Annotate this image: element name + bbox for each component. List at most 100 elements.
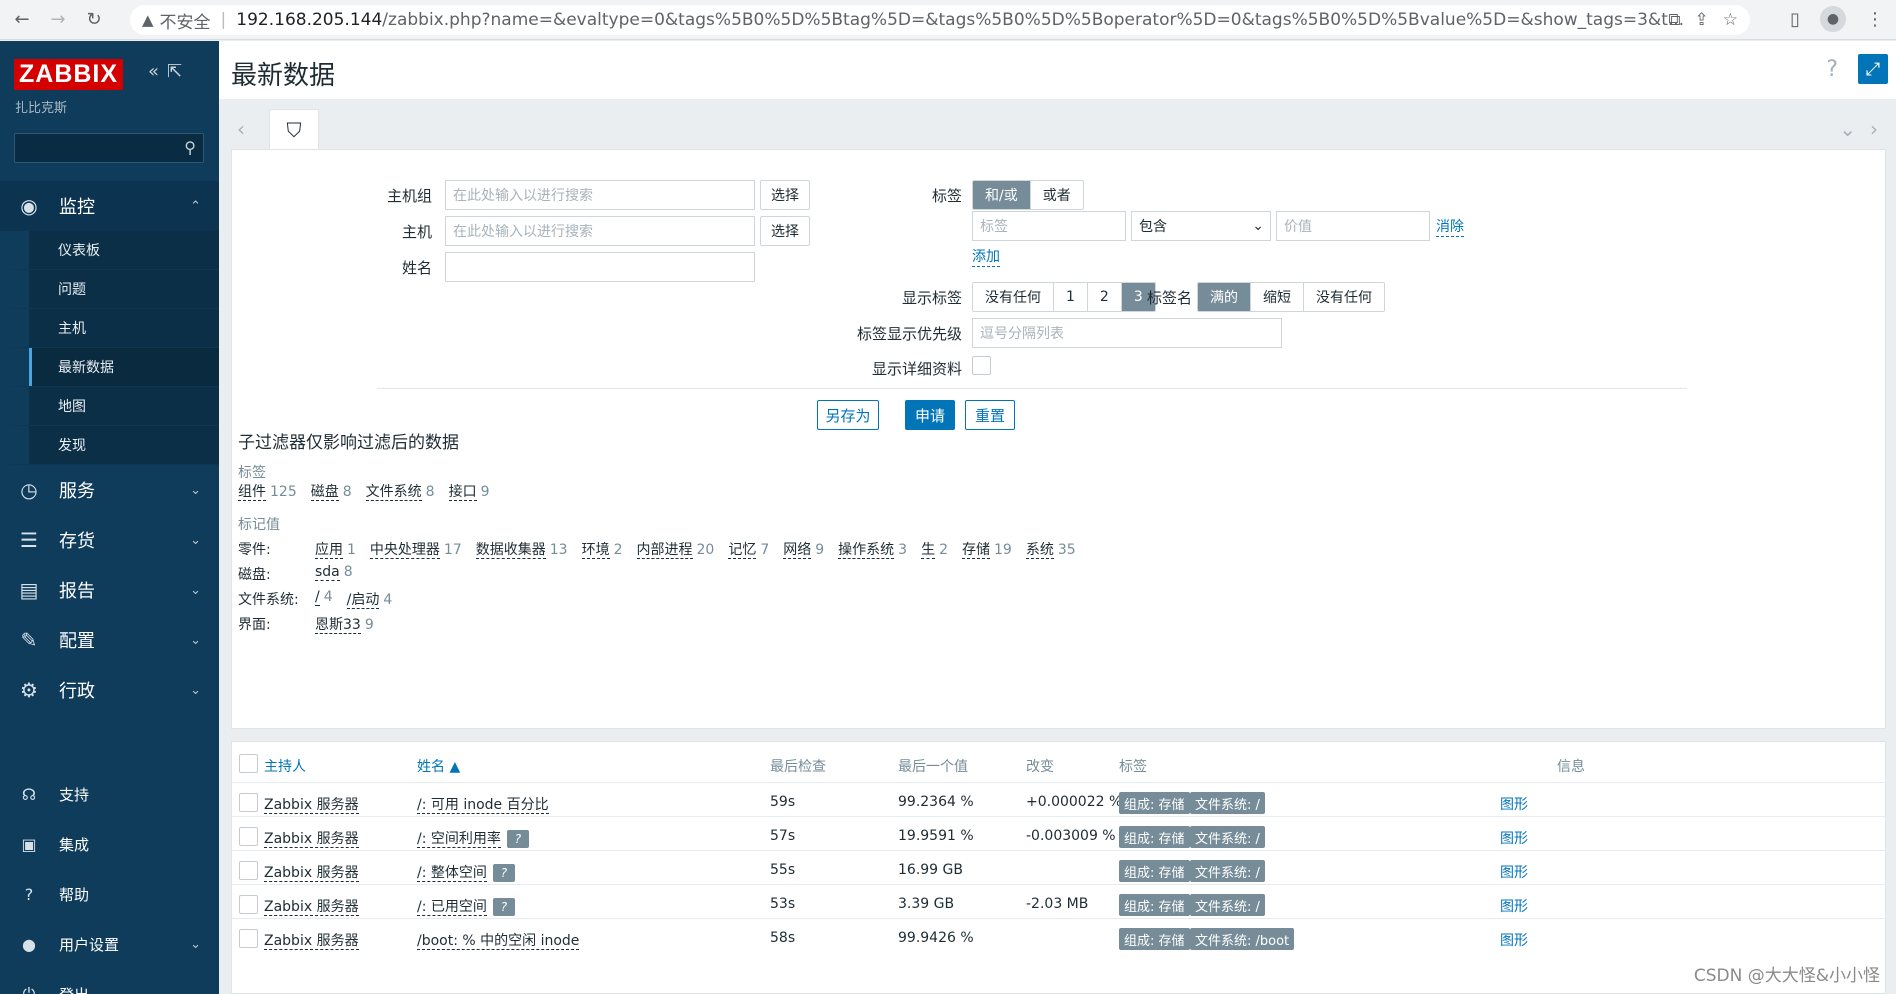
host-group-select-button[interactable]: 选择 <box>760 180 810 210</box>
help-badge-icon[interactable]: ? <box>492 864 515 882</box>
subfilter-value[interactable]: 内部进程 20 <box>636 539 719 559</box>
zabbix-logo[interactable]: ZABBIX <box>14 59 124 90</box>
menu-support[interactable]: ☊ 支持 <box>0 769 219 819</box>
menu-administration[interactable]: ⚙ 行政 ⌄ <box>0 665 219 715</box>
host-link[interactable]: Zabbix 服务器 <box>264 930 359 950</box>
reset-button[interactable]: 重置 <box>965 400 1015 430</box>
translate-icon[interactable]: ⧉ <box>1668 10 1680 30</box>
graph-link[interactable]: 图形 <box>1500 930 1528 950</box>
subfilter-value[interactable]: sda 8 <box>315 564 357 581</box>
subfilter-value[interactable]: 网络 9 <box>783 539 828 559</box>
share-icon[interactable]: ⇪ <box>1695 10 1709 30</box>
profile-avatar[interactable]: ● <box>1820 6 1846 32</box>
subfilter-value[interactable]: 操作系统 3 <box>838 539 911 559</box>
submenu-discovery[interactable]: 发现 <box>0 426 219 465</box>
remove-tag-link[interactable]: 消除 <box>1436 216 1464 237</box>
item-name-link[interactable]: /: 已用空间? <box>417 896 515 916</box>
browser-menu-icon[interactable]: ⋮ <box>1866 9 1884 30</box>
tag-name-full[interactable]: 满的 <box>1198 283 1251 311</box>
tag-name-input[interactable]: 标签 <box>972 211 1126 241</box>
subfilter-value[interactable]: 应用 1 <box>315 539 360 559</box>
sidepanel-icon[interactable]: ▯ <box>1790 9 1800 30</box>
header-host[interactable]: 主持人 <box>264 756 306 776</box>
host-link[interactable]: Zabbix 服务器 <box>264 828 359 848</box>
subfilter-value[interactable]: /4 <box>315 589 337 609</box>
star-icon[interactable]: ☆ <box>1723 10 1738 30</box>
menu-services[interactable]: ◷ 服务 ⌄ <box>0 465 219 515</box>
host-link[interactable]: Zabbix 服务器 <box>264 896 359 916</box>
host-input[interactable]: 在此处输入以进行搜索 <box>445 216 755 246</box>
search-icon[interactable]: ⚲ <box>184 138 196 157</box>
subfilter-value[interactable]: 系统 35 <box>1025 539 1080 559</box>
reload-icon[interactable]: ↻ <box>80 6 108 34</box>
kiosk-sidebar-icon[interactable]: ⇱ <box>167 61 190 82</box>
graph-link[interactable]: 图形 <box>1500 828 1528 848</box>
submenu-dashboard[interactable]: 仪表板 <box>0 231 219 270</box>
collapse-sidebar-icon[interactable]: « <box>148 61 167 82</box>
subfilter-tag[interactable]: 接口 9 <box>448 481 494 501</box>
menu-inventory[interactable]: ☰ 存货 ⌄ <box>0 515 219 565</box>
submenu-problems[interactable]: 问题 <box>0 270 219 309</box>
subfilter-value[interactable]: 恩斯33 9 <box>315 614 378 634</box>
kiosk-mode-button[interactable]: ⤢ <box>1858 54 1888 84</box>
subfilter-value[interactable]: 中央处理器 17 <box>369 539 466 559</box>
menu-sign-out[interactable]: ⏻ 登出 <box>0 969 219 994</box>
address-bar[interactable]: ▲ 不安全 | 192.168.205.144/zabbix.php?name=… <box>130 5 1750 35</box>
item-name-link[interactable]: /: 整体空间? <box>417 862 515 882</box>
row-checkbox[interactable] <box>239 793 258 812</box>
row-checkbox[interactable] <box>239 827 258 846</box>
subfilter-tag[interactable]: 磁盘 8 <box>310 481 356 501</box>
row-checkbox[interactable] <box>239 929 258 948</box>
add-tag-link[interactable]: 添加 <box>972 246 1000 267</box>
host-group-input[interactable]: 在此处输入以进行搜索 <box>445 180 755 210</box>
apply-button[interactable]: 申请 <box>905 400 955 430</box>
item-name-link[interactable]: /: 可用 inode 百分比 <box>417 794 549 814</box>
graph-link[interactable]: 图形 <box>1500 862 1528 882</box>
host-link[interactable]: Zabbix 服务器 <box>264 794 359 814</box>
tags-and-or-option[interactable]: 和/或 <box>973 181 1031 209</box>
graph-link[interactable]: 图形 <box>1500 794 1528 814</box>
tag-operator-select[interactable]: 包含 ⌄ <box>1131 211 1271 241</box>
menu-monitoring[interactable]: ◉ 监控 ⌃ <box>0 181 219 231</box>
help-badge-icon[interactable]: ? <box>506 830 529 848</box>
subfilter-value[interactable]: 环境 2 <box>581 539 627 559</box>
item-name-link[interactable]: /boot: % 中的空闲 inode <box>417 930 580 950</box>
subfilter-tag[interactable]: 组件 125 <box>238 481 301 501</box>
menu-reports[interactable]: ▤ 报告 ⌄ <box>0 565 219 615</box>
menu-configuration[interactable]: ✎ 配置 ⌄ <box>0 615 219 665</box>
show-tags-2[interactable]: 2 <box>1087 283 1122 311</box>
row-checkbox[interactable] <box>239 861 258 880</box>
item-name-link[interactable]: /: 空间利用率? <box>417 828 529 848</box>
filter-tab[interactable]: ⛉ <box>269 109 319 149</box>
subfilter-value[interactable]: 记忆 7 <box>728 539 773 559</box>
tag-value-input[interactable]: 价值 <box>1276 211 1430 241</box>
menu-user-settings[interactable]: ● 用户设置 ⌄ <box>0 919 219 969</box>
tag-priority-input[interactable]: 逗号分隔列表 <box>972 318 1282 348</box>
subfilter-value[interactable]: 生2 <box>921 539 952 559</box>
show-tags-none[interactable]: 没有任何 <box>973 283 1054 311</box>
subfilter-value[interactable]: /启动 4 <box>346 589 397 609</box>
forward-icon[interactable]: → <box>44 6 72 34</box>
tags-or-option[interactable]: 或者 <box>1030 181 1083 209</box>
chevron-down-icon[interactable]: ⌄ <box>1839 117 1856 141</box>
row-checkbox[interactable] <box>239 895 258 914</box>
tag-name-none[interactable]: 没有任何 <box>1304 283 1384 311</box>
help-icon[interactable]: ? <box>1826 57 1838 82</box>
chevron-right-icon[interactable]: › <box>1870 117 1878 141</box>
menu-help[interactable]: ? 帮助 <box>0 869 219 919</box>
chevron-left-icon[interactable]: ‹ <box>237 117 245 141</box>
subfilter-value[interactable]: 存储 19 <box>962 539 1016 559</box>
host-link[interactable]: Zabbix 服务器 <box>264 862 359 882</box>
subfilter-tag[interactable]: 文件系统 8 <box>365 481 439 501</box>
subfilter-value[interactable]: 数据收集器 13 <box>475 539 572 559</box>
menu-integrations[interactable]: ▣ 集成 <box>0 819 219 869</box>
help-badge-icon[interactable]: ? <box>492 898 515 916</box>
graph-link[interactable]: 图形 <box>1500 896 1528 916</box>
submenu-hosts[interactable]: 主机 <box>0 309 219 348</box>
name-input[interactable] <box>445 252 755 282</box>
header-name[interactable]: 姓名 ▲ <box>417 756 460 776</box>
host-select-button[interactable]: 选择 <box>760 216 810 246</box>
tag-name-shortened[interactable]: 缩短 <box>1251 283 1304 311</box>
back-icon[interactable]: ← <box>8 6 36 34</box>
submenu-latest-data[interactable]: 最新数据 <box>0 348 219 387</box>
